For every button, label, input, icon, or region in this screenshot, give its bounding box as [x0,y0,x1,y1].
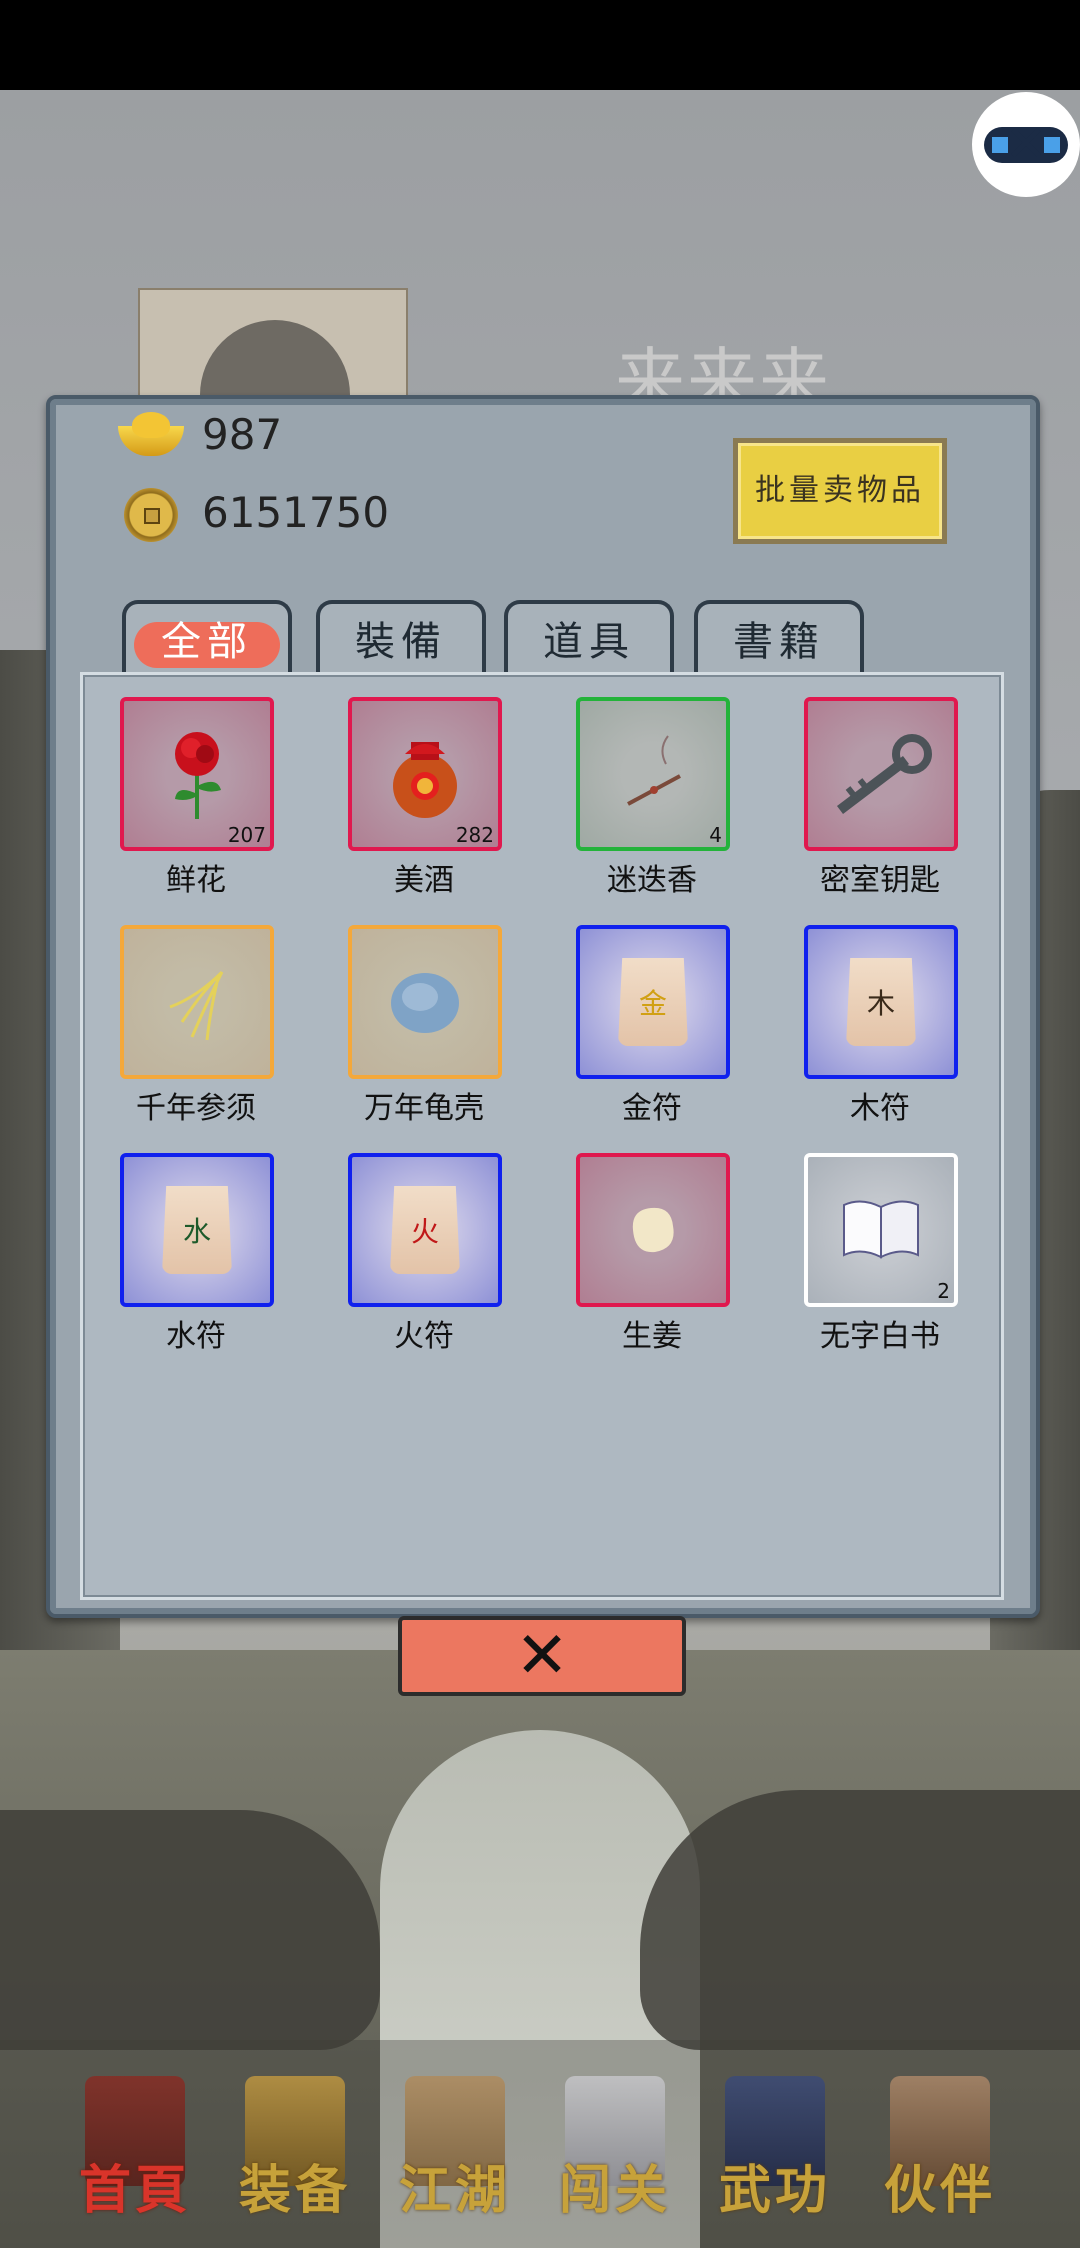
copper-coin-icon [124,488,178,542]
gold-amount: 987 [202,410,283,459]
item-name: 无字白书 [820,1319,940,1354]
ginseng-icon [124,929,270,1075]
charm-icon: 金 [580,929,726,1075]
coin-amount: 6151750 [202,488,390,537]
item-blank-book[interactable]: 2 无字白书 [804,1153,958,1355]
item-count: 207 [227,823,266,847]
item-secret-room-key[interactable]: 密室钥匙 [804,697,958,899]
item-name: 火符 [394,1319,454,1354]
item-name: 水符 [166,1319,226,1354]
tab-books[interactable]: 書籍 [694,600,864,676]
item-name: 生姜 [622,1319,682,1354]
item-fresh-flower[interactable]: 207 鲜花 [120,697,274,899]
charm-icon: 火 [352,1157,498,1303]
nav-home[interactable]: 首頁 [55,2070,215,2240]
item-wood-charm[interactable]: 木 木符 [804,925,958,1127]
item-name: 鲜花 [166,863,226,898]
item-water-charm[interactable]: 水 水符 [120,1153,274,1355]
charm-icon: 木 [808,929,954,1075]
item-fine-wine[interactable]: 282 美酒 [348,697,502,899]
nav-jianghu[interactable]: 江湖 [375,2070,535,2240]
gold-ingot-icon [118,412,184,456]
book-icon [808,1157,954,1303]
character-portrait [138,288,408,402]
item-ginger[interactable]: 生姜 [576,1153,730,1355]
item-name: 木符 [850,1091,910,1126]
charm-icon: 水 [124,1157,270,1303]
close-button[interactable]: ✕ [398,1616,686,1696]
item-count: 282 [455,823,494,847]
nav-equipment[interactable]: 装备 [215,2070,375,2240]
item-gold-charm[interactable]: 金 金符 [576,925,730,1127]
nav-stages[interactable]: 闯关 [535,2070,695,2240]
item-name: 千年参须 [136,1091,256,1126]
tab-equipment[interactable]: 裝備 [316,600,486,676]
item-name: 迷迭香 [607,863,697,898]
tab-props[interactable]: 道具 [504,600,674,676]
incense-icon [580,701,726,847]
item-name: 万年龟壳 [364,1091,484,1126]
item-fire-charm[interactable]: 火 火符 [348,1153,502,1355]
bulk-sell-button[interactable]: 批量卖物品 [733,438,947,544]
key-icon [808,701,954,847]
nav-martial-arts[interactable]: 武功 [695,2070,855,2240]
turtle-shell-icon [352,929,498,1075]
item-name: 密室钥匙 [820,863,940,898]
item-ginseng-whisker[interactable]: 千年参须 [120,925,274,1127]
item-turtle-shell[interactable]: 万年龟壳 [348,925,502,1127]
item-count: 4 [709,823,722,847]
item-name: 美酒 [394,863,454,898]
nav-companions[interactable]: 伙伴 [860,2070,1020,2240]
overlay-close-icon[interactable]: ✕ [972,92,1080,197]
ginger-icon [580,1157,726,1303]
item-name: 金符 [622,1091,682,1126]
status-bar [0,0,1080,90]
item-rosemary[interactable]: 4 迷迭香 [576,697,730,899]
item-count: 2 [937,1279,950,1303]
tab-all[interactable]: 全部 [122,600,292,676]
